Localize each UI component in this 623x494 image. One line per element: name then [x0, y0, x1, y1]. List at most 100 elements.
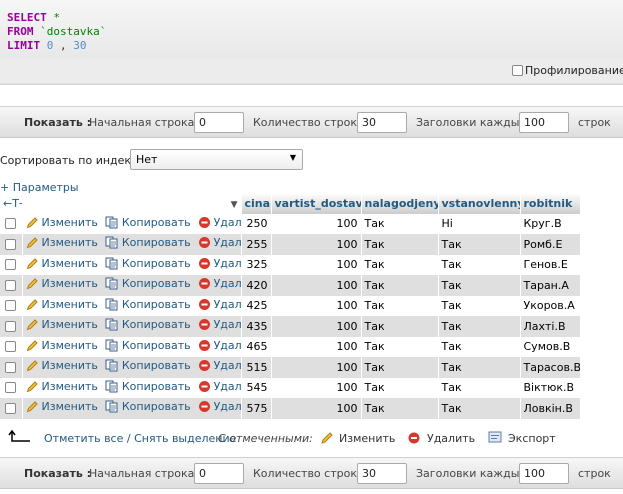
cell-vstanovlennya[interactable]: Так: [438, 336, 521, 357]
copy-action[interactable]: Копировать: [105, 339, 191, 352]
row-checkbox[interactable]: [5, 320, 17, 332]
cell-vartist-dostavki[interactable]: 100: [271, 398, 362, 419]
cell-vstanovlennya[interactable]: Так: [438, 295, 521, 316]
cell-cina[interactable]: 575: [241, 398, 272, 419]
cell-nalagodjenya[interactable]: Так: [361, 295, 439, 316]
bulk-delete-button[interactable]: Удалить: [427, 432, 475, 445]
edit-action[interactable]: Изменить: [26, 257, 98, 270]
cell-robitnik[interactable]: Генов.Е: [520, 254, 581, 275]
cell-robitnik[interactable]: Тарасов.В: [520, 357, 581, 378]
copy-action[interactable]: Копировать: [105, 277, 191, 290]
cell-nalagodjenya[interactable]: Так: [361, 234, 439, 255]
row-count-input[interactable]: 30: [357, 112, 407, 133]
cell-vartist-dostavki[interactable]: 100: [271, 213, 362, 234]
cell-vartist-dostavki[interactable]: 100: [271, 234, 362, 255]
row-checkbox[interactable]: [5, 341, 17, 353]
edit-action[interactable]: Изменить: [26, 400, 98, 413]
delete-action[interactable]: Удалить: [198, 277, 240, 290]
cell-cina[interactable]: 515: [241, 357, 272, 378]
delete-action[interactable]: Удалить: [198, 257, 240, 270]
bulk-export-button[interactable]: Экспорт: [508, 432, 556, 445]
cell-cina[interactable]: 465: [241, 336, 272, 357]
cell-vstanovlennya[interactable]: Так: [438, 316, 521, 337]
cell-vstanovlennya[interactable]: Так: [438, 254, 521, 275]
headers-every-input[interactable]: 100: [519, 112, 569, 133]
edit-action[interactable]: Изменить: [26, 216, 98, 229]
cell-vartist-dostavki[interactable]: 100: [271, 377, 362, 398]
cell-vartist-dostavki[interactable]: 100: [271, 357, 362, 378]
copy-action[interactable]: Копировать: [105, 380, 191, 393]
cell-robitnik[interactable]: Лахті.В: [520, 316, 581, 337]
cell-nalagodjenya[interactable]: Так: [361, 357, 439, 378]
copy-action[interactable]: Копировать: [105, 236, 191, 249]
cell-robitnik[interactable]: Таран.А: [520, 275, 581, 296]
delete-action[interactable]: Удалить: [198, 216, 240, 229]
bulk-edit-button[interactable]: Изменить: [339, 432, 395, 445]
cell-vstanovlennya[interactable]: Ні: [438, 213, 521, 234]
cell-nalagodjenya[interactable]: Так: [361, 213, 439, 234]
cell-nalagodjenya[interactable]: Так: [361, 275, 439, 296]
cell-vartist-dostavki[interactable]: 100: [271, 275, 362, 296]
delete-action[interactable]: Удалить: [198, 298, 240, 311]
cell-nalagodjenya[interactable]: Так: [361, 377, 439, 398]
col-header-vstanovlennya[interactable]: vstanovlennya: [438, 193, 521, 214]
cell-cina[interactable]: 425: [241, 295, 272, 316]
row-checkbox[interactable]: [5, 259, 17, 271]
delete-action[interactable]: Удалить: [198, 339, 240, 352]
col-header-robitnik[interactable]: robitnik: [520, 193, 581, 214]
cell-vartist-dostavki[interactable]: 100: [271, 295, 362, 316]
delete-action[interactable]: Удалить: [198, 380, 240, 393]
edit-action[interactable]: Изменить: [26, 298, 98, 311]
delete-action[interactable]: Удалить: [198, 400, 240, 413]
row-checkbox[interactable]: [5, 402, 17, 414]
row-checkbox[interactable]: [5, 382, 17, 394]
copy-action[interactable]: Копировать: [105, 216, 191, 229]
cell-nalagodjenya[interactable]: Так: [361, 254, 439, 275]
cell-vstanovlennya[interactable]: Так: [438, 357, 521, 378]
cell-robitnik[interactable]: Ромб.Е: [520, 234, 581, 255]
cell-vstanovlennya[interactable]: Так: [438, 234, 521, 255]
copy-action[interactable]: Копировать: [105, 318, 191, 331]
edit-action[interactable]: Изменить: [26, 318, 98, 331]
start-row-input-bottom[interactable]: 0: [194, 463, 244, 484]
cell-robitnik[interactable]: Круг.В: [520, 213, 581, 234]
row-checkbox[interactable]: [5, 300, 17, 312]
cell-cina[interactable]: 250: [241, 213, 272, 234]
row-count-input-bottom[interactable]: 30: [357, 463, 407, 484]
row-checkbox[interactable]: [5, 361, 17, 373]
cell-cina[interactable]: 545: [241, 377, 272, 398]
col-header-nalagodjenya[interactable]: nalagodjenya: [361, 193, 439, 214]
cell-vstanovlennya[interactable]: Так: [438, 377, 521, 398]
delete-action[interactable]: Удалить: [198, 318, 240, 331]
headers-every-input-bottom[interactable]: 100: [519, 463, 569, 484]
edit-action[interactable]: Изменить: [26, 236, 98, 249]
delete-action[interactable]: Удалить: [198, 236, 240, 249]
cell-nalagodjenya[interactable]: Так: [361, 316, 439, 337]
cell-vstanovlennya[interactable]: Так: [438, 398, 521, 419]
edit-action[interactable]: Изменить: [26, 277, 98, 290]
cell-cina[interactable]: 325: [241, 254, 272, 275]
cell-robitnik[interactable]: Укоров.А: [520, 295, 581, 316]
cell-cina[interactable]: 255: [241, 234, 272, 255]
copy-action[interactable]: Копировать: [105, 359, 191, 372]
cell-nalagodjenya[interactable]: Так: [361, 398, 439, 419]
sort-select[interactable]: Нет ▼: [130, 149, 303, 170]
cell-cina[interactable]: 420: [241, 275, 272, 296]
edit-action[interactable]: Изменить: [26, 380, 98, 393]
row-checkbox[interactable]: [5, 218, 17, 230]
start-row-input[interactable]: 0: [194, 112, 244, 133]
delete-action[interactable]: Удалить: [198, 359, 240, 372]
col-header-cina[interactable]: cina: [241, 193, 272, 214]
cell-robitnik[interactable]: Віктюк.В: [520, 377, 581, 398]
col-header-vartist-dostavki[interactable]: vartist_dostavki: [271, 193, 362, 214]
copy-action[interactable]: Копировать: [105, 400, 191, 413]
cell-nalagodjenya[interactable]: Так: [361, 336, 439, 357]
actions-dropdown-icon[interactable]: ▼: [231, 200, 238, 210]
copy-action[interactable]: Копировать: [105, 298, 191, 311]
cell-vartist-dostavki[interactable]: 100: [271, 254, 362, 275]
cell-robitnik[interactable]: Ловкін.В: [520, 398, 581, 419]
cell-vstanovlennya[interactable]: Так: [438, 275, 521, 296]
row-checkbox[interactable]: [5, 238, 17, 250]
copy-action[interactable]: Копировать: [105, 257, 191, 270]
cell-vartist-dostavki[interactable]: 100: [271, 316, 362, 337]
